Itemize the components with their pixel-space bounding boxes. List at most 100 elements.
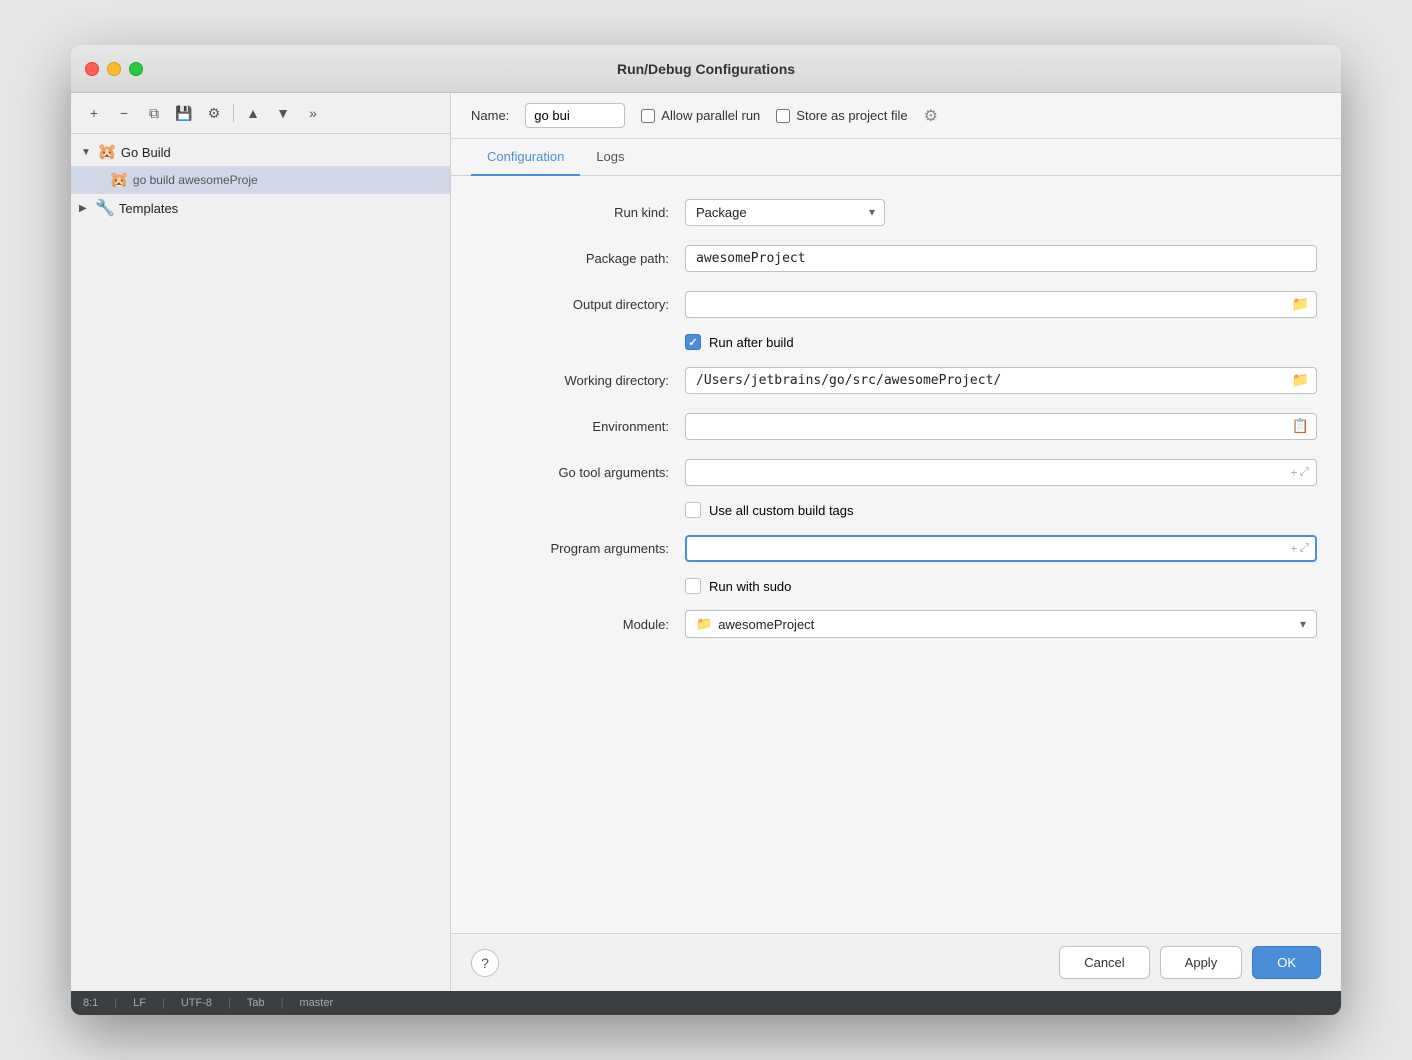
more-options-button[interactable]: » [300, 101, 326, 125]
dialog-title: Run/Debug Configurations [617, 61, 795, 77]
module-control: 📁 awesomeProject [685, 610, 1317, 638]
go-tool-args-control: + ⤢ [685, 459, 1317, 486]
program-args-input-wrapper: + ⤢ [685, 535, 1317, 562]
plus-icon: + [1290, 465, 1297, 479]
package-path-row: Package path: [475, 242, 1317, 274]
templates-arrow: ▶ [79, 203, 91, 214]
ok-button[interactable]: OK [1252, 946, 1321, 979]
custom-build-tags-checkbox[interactable] [685, 502, 701, 518]
environment-label: Environment: [475, 419, 685, 434]
go-build-child-icon: 🐹 [109, 170, 129, 190]
toolbar-separator [233, 104, 234, 122]
expand-icon: ⤢ [1299, 541, 1309, 556]
run-with-sudo-row: Run with sudo [685, 578, 1317, 594]
copy-config-button[interactable]: ⧉ [141, 101, 167, 125]
remove-config-button[interactable]: − [111, 101, 137, 125]
templates-item[interactable]: ▶ 🔧 Templates [71, 194, 450, 222]
custom-build-tags-row: Use all custom build tags [685, 502, 1317, 518]
environment-row: Environment: 📋 [475, 410, 1317, 442]
templates-icon: 🔧 [95, 198, 115, 218]
working-dir-input[interactable] [685, 367, 1317, 394]
custom-build-tags-label: Use all custom build tags [709, 503, 854, 518]
working-dir-label: Working directory: [475, 373, 685, 388]
program-args-input[interactable] [685, 535, 1317, 562]
folder-icon: 📁 [1292, 296, 1309, 313]
go-tool-args-label: Go tool arguments: [475, 465, 685, 480]
go-build-group-icon: 🐹 [97, 142, 117, 162]
environment-control: 📋 [685, 413, 1317, 440]
module-select[interactable]: 📁 awesomeProject [685, 610, 1317, 638]
expand-icon: ⤢ [1299, 465, 1309, 480]
close-button[interactable] [85, 62, 99, 76]
git-branch: master [300, 997, 334, 1009]
package-path-control [685, 245, 1317, 272]
add-config-button[interactable]: + [81, 101, 107, 125]
name-label: Name: [471, 108, 509, 123]
tab-configuration[interactable]: Configuration [471, 139, 580, 176]
help-button[interactable]: ? [471, 949, 499, 977]
working-dir-row: Working directory: 📁 [475, 364, 1317, 396]
module-value: awesomeProject [718, 617, 814, 632]
right-panel: Name: Allow parallel run Store as projec… [451, 93, 1341, 991]
environment-input[interactable] [685, 413, 1317, 440]
output-dir-input[interactable] [685, 291, 1317, 318]
run-kind-select-wrapper: Package [685, 199, 885, 226]
run-with-sudo-label: Run with sudo [709, 579, 791, 594]
save-config-button[interactable]: 💾 [171, 101, 197, 125]
maximize-button[interactable] [129, 62, 143, 76]
run-with-sudo-checkbox[interactable] [685, 578, 701, 594]
run-after-build-checkbox[interactable] [685, 334, 701, 350]
environment-input-wrapper: 📋 [685, 413, 1317, 440]
package-path-input[interactable] [685, 245, 1317, 272]
wrench-button[interactable]: ⚙ [201, 101, 227, 125]
sidebar: + − ⧉ 💾 ⚙ ▲ ▼ » ▼ 🐹 Go Build 🐹 go build … [71, 93, 451, 991]
store-as-project-label: Store as project file [796, 108, 907, 123]
config-header: Name: Allow parallel run Store as projec… [451, 93, 1341, 139]
go-tool-args-input[interactable] [685, 459, 1317, 486]
module-label: Module: [475, 617, 685, 632]
program-args-label: Program arguments: [475, 541, 685, 556]
apply-button[interactable]: Apply [1160, 946, 1243, 979]
store-as-project-checkbox[interactable] [776, 109, 790, 123]
program-args-control: + ⤢ [685, 535, 1317, 562]
allow-parallel-checkbox[interactable] [641, 109, 655, 123]
folder-icon: 📁 [1292, 372, 1309, 389]
bottom-bar: ? Cancel Apply OK [451, 933, 1341, 991]
move-up-button[interactable]: ▲ [240, 101, 266, 125]
go-build-group-item[interactable]: ▼ 🐹 Go Build [71, 138, 450, 166]
run-kind-label: Run kind: [475, 205, 685, 220]
package-path-label: Package path: [475, 251, 685, 266]
traffic-lights [85, 62, 143, 76]
sidebar-toolbar: + − ⧉ 💾 ⚙ ▲ ▼ » [71, 93, 450, 134]
run-debug-config-dialog: Run/Debug Configurations + − ⧉ 💾 ⚙ ▲ ▼ »… [71, 45, 1341, 1015]
output-dir-row: Output directory: 📁 [475, 288, 1317, 320]
program-args-expand-button[interactable]: + ⤢ [1284, 537, 1315, 560]
output-dir-browse-button[interactable]: 📁 [1286, 292, 1315, 317]
tabs: Configuration Logs [451, 139, 1341, 176]
allow-parallel-label: Allow parallel run [661, 108, 760, 123]
minimize-button[interactable] [107, 62, 121, 76]
go-tool-args-expand-button[interactable]: + ⤢ [1284, 461, 1315, 484]
working-dir-browse-button[interactable]: 📁 [1286, 368, 1315, 393]
title-bar: Run/Debug Configurations [71, 45, 1341, 93]
config-name-input[interactable] [525, 103, 625, 128]
env-list-icon: 📋 [1292, 418, 1309, 435]
store-as-project-group: Store as project file [776, 108, 907, 123]
working-dir-input-wrapper: 📁 [685, 367, 1317, 394]
module-row: Module: 📁 awesomeProject [475, 608, 1317, 640]
cursor-position: 8:1 [83, 997, 98, 1009]
go-build-child-item[interactable]: 🐹 go build awesomeProje [71, 166, 450, 194]
module-folder-icon: 📁 [696, 616, 712, 632]
form-area: Run kind: Package Package path: [451, 176, 1341, 933]
tab-logs[interactable]: Logs [580, 139, 640, 176]
cancel-button[interactable]: Cancel [1059, 946, 1149, 979]
move-down-button[interactable]: ▼ [270, 101, 296, 125]
run-kind-select[interactable]: Package [685, 199, 885, 226]
encoding: UTF-8 [181, 997, 212, 1009]
status-bar: 8:1 | LF | UTF-8 | Tab | master [71, 991, 1341, 1015]
indent-type: Tab [247, 997, 265, 1009]
store-settings-gear-icon[interactable]: ⚙ [924, 106, 938, 126]
environment-edit-button[interactable]: 📋 [1286, 414, 1315, 439]
go-tool-args-row: Go tool arguments: + ⤢ [475, 456, 1317, 488]
go-build-group-label: Go Build [121, 145, 171, 160]
